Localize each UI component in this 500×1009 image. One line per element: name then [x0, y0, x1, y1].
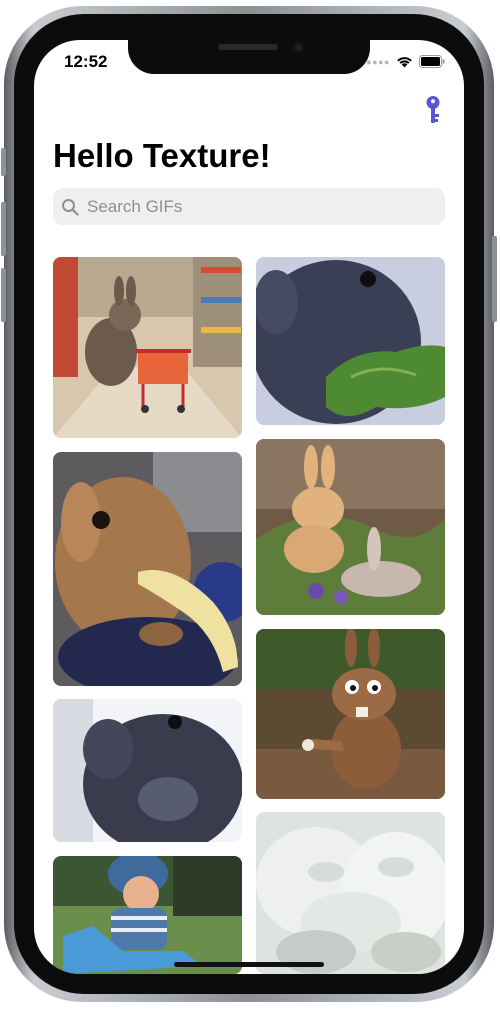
signal-icon: ●●●● [366, 56, 390, 67]
page-title: Hello Texture! [53, 137, 271, 174]
gif-image [53, 856, 242, 974]
gif-image [53, 699, 242, 842]
key-icon[interactable] [424, 95, 442, 125]
power-button [492, 236, 497, 322]
wifi-icon [397, 57, 412, 68]
search-bar[interactable] [53, 188, 445, 225]
front-camera [293, 41, 305, 53]
gif-image [256, 812, 445, 974]
battery-icon [419, 55, 445, 68]
volume-down-button [1, 268, 6, 322]
mute-switch [1, 148, 6, 176]
gif-tile-bunny-shopping-cart[interactable] [53, 257, 242, 438]
volume-up-button [1, 202, 6, 256]
gif-image [53, 452, 242, 686]
gif-tile-gray-bunny-closeup[interactable] [53, 699, 242, 842]
search-input[interactable] [85, 195, 409, 218]
gif-tile-cartoon-bunnies[interactable] [256, 439, 445, 615]
status-time: 12:52 [64, 52, 108, 71]
gif-image [256, 257, 445, 425]
home-indicator[interactable] [174, 962, 324, 967]
status-indicators: ●●●● [366, 55, 446, 68]
gif-tile-claymation-rabbit[interactable] [256, 629, 445, 799]
gif-tile-baby-on-toy[interactable] [53, 856, 242, 974]
gif-tile-white-bunnies[interactable] [256, 812, 445, 974]
app-screen: 12:52 ●●●● Hello Texture! [34, 40, 464, 974]
gif-image [256, 629, 445, 799]
gif-tile-bunny-eating-banana[interactable] [53, 452, 242, 686]
speaker-grille [218, 44, 278, 50]
gif-image [256, 439, 445, 615]
notch [128, 40, 370, 74]
gif-image [53, 257, 242, 438]
search-icon [62, 198, 79, 216]
gif-tile-gray-bunny-eating-greens[interactable] [256, 257, 445, 425]
